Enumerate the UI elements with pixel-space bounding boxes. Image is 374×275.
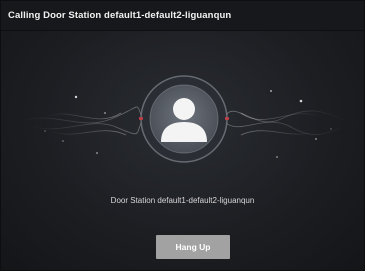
caller-name: Door Station default1-default2-liguanqun xyxy=(110,196,255,205)
calling-animation xyxy=(20,75,347,163)
wave-lines-right xyxy=(225,110,347,136)
call-dialog: Calling Door Station default1-default2-l… xyxy=(0,0,365,271)
dialog-titlebar: Calling Door Station default1-default2-l… xyxy=(1,1,364,31)
hang-up-button[interactable]: Hang Up xyxy=(156,235,230,259)
wave-lines-left xyxy=(20,106,142,136)
dialog-title: Calling Door Station default1-default2-l… xyxy=(8,10,232,21)
